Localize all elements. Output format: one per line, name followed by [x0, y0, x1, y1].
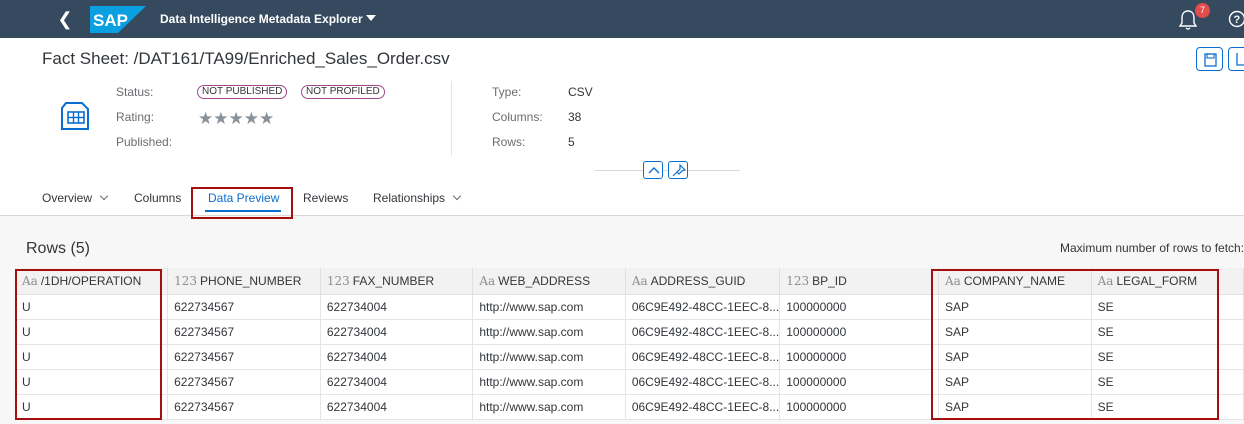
table-cell: 622734567 [167, 369, 321, 395]
download-icon [1236, 53, 1244, 66]
column-header[interactable]: Aa WEB_ADDRESS [472, 268, 626, 295]
table-cell: 622734567 [167, 319, 321, 345]
rows-value: 5 [568, 135, 575, 149]
table-cell: 06C9E492-48CC-1EEC-8... [625, 394, 781, 420]
column-header[interactable]: 123 FAX_NUMBER [320, 268, 474, 295]
tab-label: Reviews [303, 191, 349, 205]
table-cell: 100000000 [779, 344, 932, 370]
rows-title: Rows (5) [26, 240, 91, 257]
help-icon[interactable]: ? [1228, 10, 1244, 28]
number-type-icon: 123 [174, 273, 198, 288]
table-cell: 100000000 [779, 369, 932, 395]
number-type-icon: 123 [786, 273, 810, 288]
pin-header-button[interactable] [668, 161, 688, 179]
table-cell: http://www.sap.com [472, 294, 626, 320]
table-cell: 100000000 [779, 294, 932, 320]
table-cell: 06C9E492-48CC-1EEC-8... [625, 344, 781, 370]
table-cell: http://www.sap.com [472, 319, 626, 345]
tab-reviews[interactable]: Reviews [303, 191, 348, 205]
type-label: Type: [492, 85, 522, 99]
chevron-down-icon [452, 191, 462, 201]
table-cell: http://www.sap.com [472, 344, 626, 370]
column-header-label: PHONE_NUMBER [200, 273, 302, 288]
table-cell: 06C9E492-48CC-1EEC-8... [625, 294, 781, 320]
table-cell: 100000000 [779, 319, 932, 345]
column-header-label: FAX_NUMBER [352, 273, 435, 288]
notification-badge: 7 [1195, 3, 1210, 18]
number-type-icon: 123 [326, 273, 350, 288]
table-cell: 622734567 [167, 344, 321, 370]
save-icon [1204, 53, 1217, 67]
pin-icon [672, 163, 687, 177]
collapse-icon [648, 167, 660, 174]
app-menu-caret-icon[interactable] [366, 15, 376, 21]
column-header-label: WEB_ADDRESS [498, 273, 591, 288]
table-cell: 06C9E492-48CC-1EEC-8... [625, 319, 781, 345]
save-button[interactable] [1196, 47, 1223, 71]
columns-label: Columns: [492, 110, 543, 124]
table-cell: 622734567 [167, 294, 321, 320]
column-header[interactable]: 123 BP_ID [779, 268, 932, 295]
dataset-icon [61, 102, 89, 130]
table-cell: http://www.sap.com [472, 394, 626, 420]
rating-stars[interactable]: ★★★★★ [198, 109, 274, 129]
tab-columns[interactable]: Columns [134, 191, 181, 205]
string-type-icon: Aa [479, 273, 496, 288]
tab-label: Overview [42, 191, 93, 205]
table-cell: 622734004 [320, 369, 474, 395]
back-icon[interactable]: ❮ [52, 6, 78, 32]
status-label: Status: [116, 85, 154, 99]
table-cell: 06C9E492-48CC-1EEC-8... [625, 369, 781, 395]
table-cell: http://www.sap.com [472, 369, 626, 395]
highlight-data-preview-tab [191, 187, 293, 219]
status-badge-profiled: NOT PROFILED [301, 85, 385, 99]
download-button[interactable] [1228, 47, 1244, 71]
highlight-operation-column [15, 269, 162, 420]
tab-relationships[interactable]: Relationships [373, 191, 462, 205]
highlight-company-legal-columns [931, 269, 1219, 420]
chevron-down-icon [99, 191, 109, 201]
tab-label: Relationships [373, 191, 446, 205]
tab-overview[interactable]: Overview [42, 191, 109, 205]
rating-label: Rating: [116, 110, 155, 124]
columns-value: 38 [568, 110, 582, 124]
app-title[interactable]: Data Intelligence Metadata Explorer [160, 12, 363, 26]
table-cell: 622734004 [320, 394, 474, 420]
column-header[interactable]: 123 PHONE_NUMBER [167, 268, 321, 295]
table-cell: 622734004 [320, 344, 474, 370]
type-value: CSV [568, 85, 593, 99]
header-divider [451, 81, 452, 156]
published-label: Published: [116, 135, 173, 149]
column-header-label: BP_ID [812, 273, 847, 288]
status-badge-published: NOT PUBLISHED [197, 85, 288, 99]
page-title: Fact Sheet: /DAT161/TA99/Enriched_Sales_… [42, 49, 450, 68]
sap-logo[interactable]: SAP [90, 6, 146, 33]
collapse-header-button[interactable] [643, 161, 663, 179]
table-cell: 622734004 [320, 319, 474, 345]
shell-bar: ❮ SAP Data Intelligence Metadata Explore… [0, 0, 1244, 38]
tab-label: Columns [134, 191, 182, 205]
column-header[interactable]: Aa ADDRESS_GUID [625, 268, 781, 295]
column-header-label: ADDRESS_GUID [650, 273, 746, 288]
rows-label: Rows: [492, 135, 526, 149]
svg-text:SAP: SAP [93, 11, 128, 30]
table-cell: 622734567 [167, 394, 321, 420]
max-rows-label: Maximum number of rows to fetch: [1060, 241, 1244, 255]
string-type-icon: Aa [631, 273, 648, 288]
table-cell: 622734004 [320, 294, 474, 320]
svg-text:?: ? [1234, 14, 1241, 26]
table-cell: 100000000 [779, 394, 932, 420]
